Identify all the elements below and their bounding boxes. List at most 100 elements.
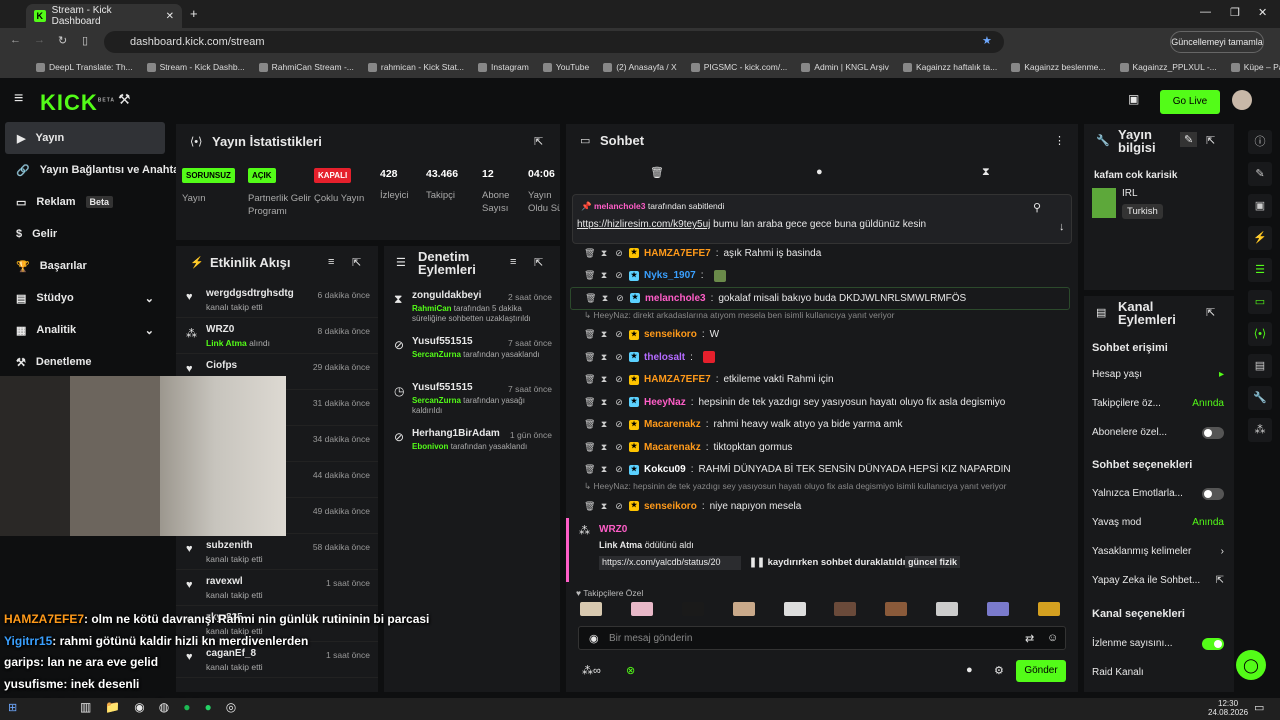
emote-image[interactable]: [1037, 602, 1060, 616]
chat-username[interactable]: Macarenakz: [644, 419, 701, 430]
pinned-link[interactable]: https://hizliresim.com/k9tey5uj: [577, 219, 710, 230]
reward-link[interactable]: https://x.com/yalcdb/status/20: [599, 556, 741, 570]
chat-username[interactable]: thelosalt: [644, 352, 685, 363]
slow-mode-row[interactable]: Yavaş mod Anında: [1092, 508, 1224, 537]
bookmark-item[interactable]: PIGSMC - kick.com/...: [690, 62, 787, 72]
filter-icon[interactable]: ≡: [328, 256, 334, 268]
keyboard-icon[interactable]: ▣: [1128, 92, 1139, 106]
subs-only-row[interactable]: Abonelere özel...: [1092, 418, 1224, 447]
chat-username[interactable]: senseikoro: [644, 329, 697, 340]
new-tab-icon[interactable]: +: [190, 6, 198, 21]
sidebar-item-2[interactable]: ▭ Reklam Beta: [0, 186, 170, 218]
emote-image[interactable]: [732, 602, 755, 616]
sidepanel-icon[interactable]: ▯: [82, 34, 88, 47]
wrench-icon[interactable]: ⚒: [118, 91, 131, 108]
unpin-icon[interactable]: ⚲: [1033, 201, 1041, 214]
taskview-icon[interactable]: ▥: [80, 700, 91, 714]
bookmark-item[interactable]: Instagram: [478, 62, 529, 72]
delete-icon[interactable]: 🗑: [584, 442, 595, 453]
sidebar-item-3[interactable]: $ Gelir: [0, 218, 170, 250]
popout-icon[interactable]: ⇱: [1206, 134, 1215, 147]
back-icon[interactable]: ←: [10, 34, 21, 46]
wrench-rail-icon[interactable]: 🔧: [1248, 386, 1272, 410]
expand-icon[interactable]: ↓: [1059, 221, 1065, 233]
ban-icon[interactable]: ⊘: [614, 329, 624, 340]
info-icon[interactable]: ⓘ: [1248, 130, 1272, 154]
menu-icon[interactable]: ≡: [14, 90, 23, 108]
bookmark-item[interactable]: (2) Anasayfa / X: [603, 62, 677, 72]
ban-icon[interactable]: ⊘: [614, 352, 624, 363]
bookmark-item[interactable]: Kagainzz haftalık ta...: [902, 62, 997, 72]
bookmark-item[interactable]: Küpe – Page 2: [1230, 62, 1280, 72]
timeout-icon[interactable]: ⧗: [599, 352, 609, 363]
explorer-icon[interactable]: 📁: [105, 700, 120, 714]
ban-icon[interactable]: ⊘: [614, 419, 624, 430]
stats-rail-icon[interactable]: ⟨•⟩: [1248, 322, 1272, 346]
edit-icon[interactable]: ✎: [1180, 132, 1198, 147]
delete-icon[interactable]: 🗑: [584, 374, 595, 385]
tag-badge[interactable]: Turkish: [1122, 204, 1163, 219]
reload-icon[interactable]: ↻: [58, 34, 67, 47]
chat-username[interactable]: melanchole3: [645, 293, 706, 304]
view-count-toggle[interactable]: [1202, 637, 1224, 650]
popout-icon[interactable]: ⇱: [1206, 306, 1215, 319]
chat-rail-icon[interactable]: ▭: [1248, 290, 1272, 314]
start-icon[interactable]: ⊞: [8, 701, 17, 714]
timeout-icon[interactable]: ⧗: [599, 397, 609, 408]
browser-tab[interactable]: K Stream - Kick Dashboard ✕: [26, 4, 182, 28]
points-icon[interactable]: ⁂∞: [582, 664, 601, 677]
sidebar-item-7[interactable]: ⚒ Denetleme: [0, 346, 170, 378]
window-close-icon[interactable]: ✕: [1258, 6, 1267, 19]
chat-username[interactable]: senseikoro: [644, 501, 697, 512]
followers-only-row[interactable]: Takipçilere öz... Anında: [1092, 389, 1224, 418]
popout-icon[interactable]: ⇱: [534, 135, 543, 148]
send-button[interactable]: Gönder: [1016, 660, 1066, 682]
ban-icon[interactable]: ⊘: [615, 293, 625, 304]
steam-icon[interactable]: ◎: [226, 700, 236, 714]
emote-image[interactable]: [681, 602, 704, 616]
filter-icon[interactable]: ≡: [510, 256, 516, 268]
ban-icon[interactable]: ⊘: [614, 442, 624, 453]
chat-input[interactable]: ◉ Bir mesaj gönderin ⇄ ☺: [578, 626, 1066, 650]
emote-image[interactable]: [987, 602, 1009, 616]
timeout-icon[interactable]: ⧗: [599, 501, 609, 512]
ban-icon[interactable]: ⊘: [614, 397, 624, 408]
sidebar-item-5[interactable]: ▤ Stüdyo ⌄: [0, 282, 170, 314]
timeout-icon[interactable]: ⧗: [599, 442, 609, 453]
emoji-reply-icon[interactable]: ◉: [589, 632, 599, 645]
points-rail-icon[interactable]: ⁂: [1248, 418, 1272, 442]
banned-words-row[interactable]: Yasaklanmış kelimeler ›: [1092, 537, 1224, 566]
discord-icon[interactable]: ◍: [159, 700, 169, 714]
trash-icon[interactable]: 🗑: [650, 166, 664, 179]
delete-icon[interactable]: 🗑: [585, 293, 596, 304]
account-age-row[interactable]: Hesap yaşı ▸: [1092, 360, 1224, 389]
sidebar-item-6[interactable]: ▦ Analitik ⌄: [0, 314, 170, 346]
channel-rail-icon[interactable]: ▤: [1248, 354, 1272, 378]
chat-username[interactable]: Kokcu09: [644, 464, 686, 475]
sidebar-item-4[interactable]: 🏆 Başarılar: [0, 250, 170, 282]
ban-icon[interactable]: ⊘: [614, 248, 624, 259]
settings-icon[interactable]: ⚙: [994, 664, 1004, 677]
delete-icon[interactable]: 🗑: [584, 464, 595, 475]
popout-icon[interactable]: ⇱: [352, 256, 361, 269]
ban-icon[interactable]: ⊘: [614, 464, 624, 475]
ban-icon[interactable]: ⊘: [614, 501, 624, 512]
update-button[interactable]: Güncellemeyi tamamla: [1170, 31, 1264, 53]
emote-image[interactable]: [630, 602, 653, 616]
emotes-only-toggle[interactable]: [1202, 487, 1224, 500]
avatar[interactable]: [1232, 90, 1252, 110]
help-chat-button[interactable]: ◯: [1236, 650, 1266, 680]
timeout-icon[interactable]: ⧗: [600, 293, 610, 304]
timeout-icon[interactable]: ⧗: [599, 270, 609, 281]
chevron-down-icon[interactable]: ⌄: [145, 292, 154, 305]
pen-icon[interactable]: ✎: [1248, 162, 1272, 186]
bookmark-item[interactable]: DeepL Translate: Th...: [36, 62, 133, 72]
ban-icon[interactable]: ⊘: [614, 374, 624, 385]
go-live-button[interactable]: Go Live: [1160, 90, 1220, 114]
translate-icon[interactable]: ⇄: [1025, 632, 1034, 645]
chat-username[interactable]: HAMZA7EFE7: [644, 248, 711, 259]
kick-logo[interactable]: KICKBETA: [40, 90, 115, 116]
view-count-row[interactable]: İzlenme sayısını...: [1092, 629, 1224, 658]
bookmark-item[interactable]: Admin | KNGL Arşiv: [801, 62, 889, 72]
timeout-icon[interactable]: ⧗: [599, 464, 609, 475]
